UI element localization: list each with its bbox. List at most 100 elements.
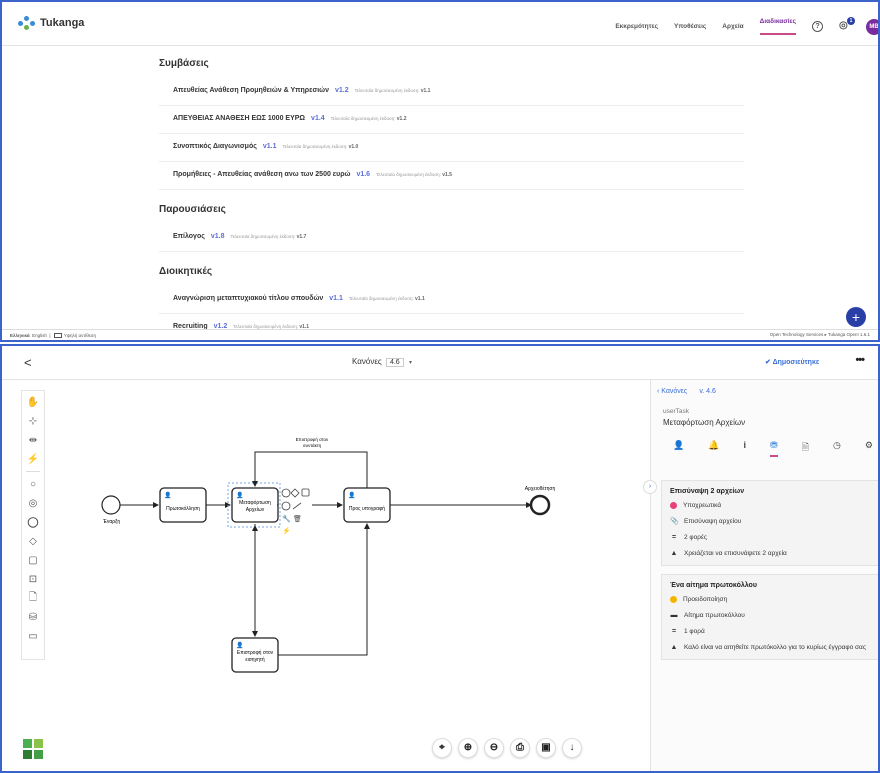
data-store-icon[interactable]: ⛁ bbox=[26, 610, 40, 624]
published-status[interactable]: ✔ Δημοσιεύτηκε bbox=[765, 358, 819, 366]
tab-clock-icon[interactable]: ◷ bbox=[833, 440, 841, 457]
add-process-button[interactable]: + bbox=[846, 307, 866, 327]
task-icon[interactable]: ▢ bbox=[26, 553, 40, 567]
svg-text:Επιστροφή στον: Επιστροφή στον bbox=[296, 436, 329, 442]
zoom-controls: ⌖ ⊕ ⊖ ⎙ ▣ ↓ bbox=[432, 738, 582, 758]
process-row[interactable]: Απευθείας Ανάθεση Προμηθειών & Υπηρεσιών… bbox=[159, 78, 744, 106]
avatar[interactable]: MB bbox=[866, 18, 878, 35]
print-icon[interactable]: ⎙ bbox=[510, 738, 530, 758]
process-row[interactable]: Προμήθειες - Απευθείας ανάθεση ανω των 2… bbox=[159, 162, 744, 190]
footer-credits: Open Technology Services ▸ Tukanga Open!… bbox=[769, 332, 870, 337]
space-tool-icon[interactable]: ⇹ bbox=[26, 433, 40, 447]
lang-english[interactable]: English bbox=[32, 333, 47, 338]
download-icon[interactable]: ↓ bbox=[562, 738, 582, 758]
center-view-icon[interactable]: ⌖ bbox=[432, 738, 452, 758]
version-select[interactable]: 4.6 bbox=[385, 358, 404, 367]
processes-window: Tukanga Εκκρεμότητες Υποθέσεις Αρχεία Δι… bbox=[0, 0, 880, 342]
tab-rules-icon[interactable]: ⛃ bbox=[770, 440, 778, 457]
context-pad[interactable]: 🔧 🗑 ⚡ bbox=[281, 488, 310, 535]
required-dot-icon bbox=[670, 502, 677, 509]
tukanga-brand-icon bbox=[23, 739, 43, 759]
rules-title: Κανόνες 4.6 ▾ bbox=[352, 357, 412, 367]
check-icon: ✔ bbox=[765, 359, 771, 366]
rule-title: Επισύναψη 2 αρχείων bbox=[670, 488, 745, 495]
section-title: Παρουσιάσεις bbox=[159, 204, 226, 215]
start-event-icon[interactable]: ○ bbox=[26, 477, 40, 491]
element-type: userTask bbox=[663, 408, 690, 415]
back-button[interactable]: < bbox=[24, 355, 32, 370]
connect-tool-icon[interactable]: ⚡ bbox=[26, 452, 40, 466]
lasso-tool-icon[interactable]: ⊹ bbox=[26, 414, 40, 428]
tab-integration-icon[interactable]: ⚙ bbox=[865, 440, 873, 457]
nav-pending[interactable]: Εκκρεμότητες bbox=[615, 23, 658, 30]
properties-panel: › ‹ Κανόνες v. 4.6 userTask Μεταφόρτωση Α… bbox=[643, 380, 878, 771]
gateway-icon[interactable]: ◇ bbox=[26, 534, 40, 548]
editor-toolbar: < Κανόνες 4.6 ▾ ✔ Δημοσιεύτηκε ••• bbox=[2, 346, 878, 380]
tab-document-icon[interactable]: 🗎 bbox=[802, 440, 809, 457]
hand-tool-icon[interactable]: ✋ bbox=[26, 395, 40, 409]
svg-text:🗑: 🗑 bbox=[293, 514, 302, 523]
svg-text:⚡: ⚡ bbox=[282, 526, 291, 535]
end-event[interactable] bbox=[529, 494, 551, 516]
data-object-icon[interactable]: 🗋 bbox=[26, 591, 40, 605]
zoom-in-icon[interactable]: ⊕ bbox=[458, 738, 478, 758]
image-export-icon[interactable]: ▣ bbox=[536, 738, 556, 758]
end-event-label: Αρχειοθέτηση bbox=[525, 485, 556, 492]
attachment-icon: 📎 bbox=[670, 518, 679, 525]
panel-tabs: 👤 🔔 i ⛃ 🗎 ◷ ⚙ bbox=[673, 440, 873, 457]
intermediate-event-icon[interactable]: ◎ bbox=[26, 496, 40, 510]
main-nav: Εκκρεμότητες Υποθέσεις Αρχεία Διαδικασίε… bbox=[615, 17, 878, 35]
warning-icon: ▲ bbox=[670, 644, 678, 651]
svg-text:Πρωτοκόλληση: Πρωτοκόλληση bbox=[166, 505, 200, 512]
svg-text:👤: 👤 bbox=[236, 491, 243, 499]
bpmn-palette: ✋ ⊹ ⇹ ⚡ ○ ◎ ◯ ◇ ▢ ⊡ 🗋 ⛁ ▭ bbox=[21, 390, 45, 660]
notifications-icon[interactable]: ◎ 1 bbox=[839, 17, 855, 32]
nav-cases[interactable]: Υποθέσεις bbox=[674, 23, 706, 30]
process-row[interactable]: ΑΠΕΥΘΕΙΑΣ ΑΝΑΘΕΣΗ ΕΩΣ 1000 ΕΥΡΩ v1.4 Τελευ… bbox=[159, 106, 744, 134]
app-logo[interactable]: Tukanga bbox=[18, 16, 84, 30]
rule-card[interactable]: Επισύναψη 2 αρχείων Υποχρεωτικά 📎 Επισύνα… bbox=[661, 480, 878, 566]
bpmn-canvas[interactable]: Έναρξη 👤 Πρωτοκόλληση 👤 Μεταφόρτωση Αρχε… bbox=[46, 380, 646, 771]
collapse-panel-icon[interactable]: › bbox=[643, 480, 657, 494]
panel-back-link[interactable]: ‹ Κανόνες v. 4.6 bbox=[657, 388, 716, 395]
section-title: Διοικητικές bbox=[159, 266, 213, 277]
svg-text:συντάκτη: συντάκτη bbox=[303, 442, 322, 448]
section-title: Συμβάσεις bbox=[159, 58, 209, 69]
tab-user-icon[interactable]: 👤 bbox=[673, 440, 684, 457]
footer: Ελληνικά English | Υψηλή αντίθεση Open T… bbox=[2, 329, 878, 340]
equals-icon: = bbox=[671, 534, 677, 541]
subprocess-icon[interactable]: ⊡ bbox=[26, 572, 40, 586]
chevron-down-icon[interactable]: ▾ bbox=[409, 360, 412, 366]
rule-title: Ένα αίτημα πρωτοκόλλου bbox=[670, 582, 757, 589]
rule-card[interactable]: Ένα αίτημα πρωτοκόλλου Προειδοποίηση ▬ Αί… bbox=[661, 574, 878, 660]
svg-text:Προς υπογραφή: Προς υπογραφή bbox=[349, 505, 385, 512]
bpmn-editor-window: < Κανόνες 4.6 ▾ ✔ Δημοσιεύτηκε ••• ✋ ⊹ ⇹… bbox=[0, 344, 880, 773]
contrast-toggle[interactable] bbox=[53, 332, 62, 338]
help-icon[interactable]: ? bbox=[812, 21, 823, 32]
svg-text:👤: 👤 bbox=[236, 641, 243, 649]
svg-text:εισηγητή: εισηγητή bbox=[245, 656, 264, 663]
process-row[interactable]: Επίλογος v1.8 Τελευταία δημοσιευμένη έκδοσ… bbox=[159, 224, 744, 252]
inbox-icon: ▬ bbox=[670, 612, 678, 619]
more-menu-button[interactable]: ••• bbox=[855, 354, 865, 366]
tukanga-logo-icon bbox=[18, 16, 36, 30]
zoom-out-icon[interactable]: ⊖ bbox=[484, 738, 504, 758]
nav-processes[interactable]: Διαδικασίες bbox=[759, 18, 796, 35]
lang-greek[interactable]: Ελληνικά bbox=[10, 333, 30, 338]
process-row[interactable]: Συνοπτικός Διαγωνισμός v1.1 Τελευταία δημο… bbox=[159, 134, 744, 162]
contrast-label: Υψηλή αντίθεση bbox=[63, 332, 96, 338]
svg-text:Αρχείων: Αρχείων bbox=[246, 507, 265, 513]
svg-text:Επιστροφή στον: Επιστροφή στον bbox=[237, 649, 274, 656]
process-list: Συμβάσεις Απευθείας Ανάθεση Προμηθειών &… bbox=[159, 58, 744, 340]
tab-notifications-icon[interactable]: 🔔 bbox=[708, 440, 719, 457]
pool-icon[interactable]: ▭ bbox=[26, 629, 40, 643]
svg-text:🔧: 🔧 bbox=[282, 514, 291, 523]
tab-info-icon[interactable]: i bbox=[744, 440, 747, 457]
palette-divider bbox=[26, 471, 40, 472]
app-name: Tukanga bbox=[40, 17, 85, 29]
svg-text:👤: 👤 bbox=[348, 491, 355, 499]
end-event-icon[interactable]: ◯ bbox=[26, 515, 40, 529]
process-row[interactable]: Αναγνώριση μεταπτυχιακού τίτλου σπουδών v… bbox=[159, 286, 744, 314]
start-event[interactable] bbox=[101, 495, 121, 515]
nav-files[interactable]: Αρχεία bbox=[722, 23, 743, 30]
